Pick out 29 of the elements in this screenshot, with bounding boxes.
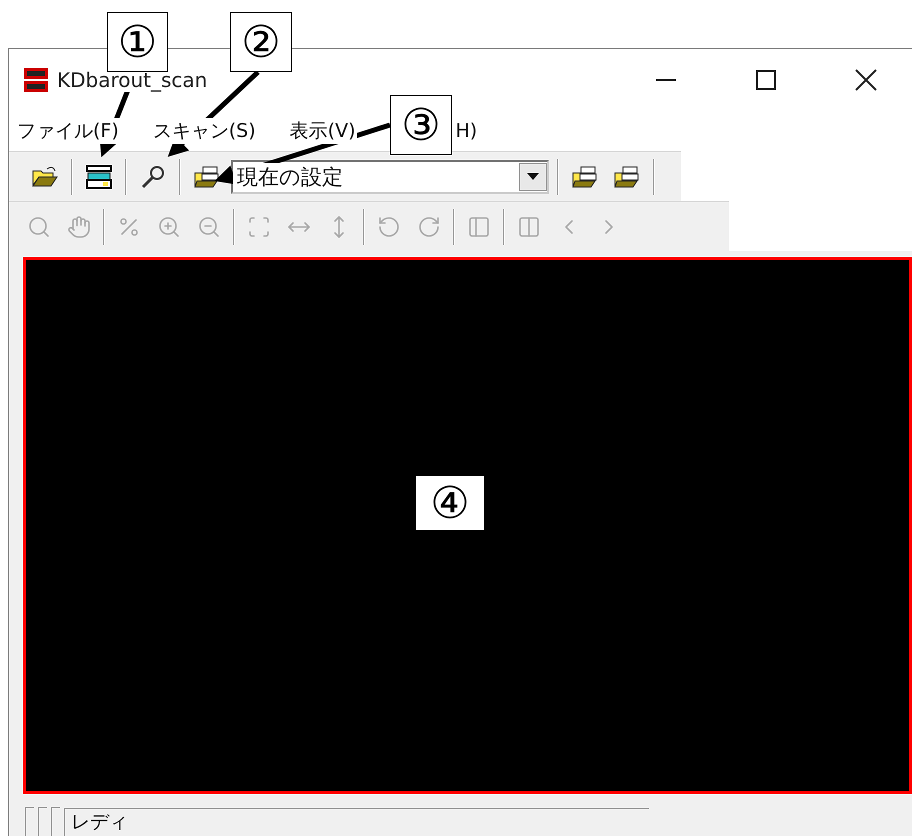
callout-number: ④ — [415, 475, 485, 531]
panel-icon — [467, 214, 491, 238]
callout-number: ① — [107, 12, 168, 72]
folder-papers-icon — [571, 164, 599, 188]
callout-number: ③ — [390, 95, 452, 155]
magnifier-icon — [27, 214, 51, 238]
zoom-out-icon — [197, 214, 221, 238]
menu-item[interactable]: 表示(V) — [288, 118, 358, 144]
zoom-in-icon — [157, 214, 181, 238]
papers-stack-icon — [193, 164, 221, 188]
caret-icon — [527, 173, 539, 180]
open-folder-icon — [31, 164, 59, 188]
rotate-left-icon — [377, 214, 401, 238]
callout-number: ② — [230, 12, 292, 72]
maximize-icon — [756, 70, 776, 90]
status-text: レディ — [64, 808, 649, 836]
preset-dropdown[interactable]: 現在の設定 — [231, 160, 549, 194]
close-icon — [855, 69, 877, 91]
app-logo-icon — [23, 67, 49, 93]
hand-icon — [67, 214, 91, 238]
minimize-icon — [656, 79, 676, 81]
status-pane — [51, 807, 60, 836]
fit-frame-icon — [247, 214, 271, 238]
status-pane — [25, 807, 34, 836]
status-pane — [38, 807, 47, 836]
scanner-icon — [85, 164, 113, 190]
folder-papers-icon — [613, 164, 641, 188]
rotate-right-icon — [417, 214, 441, 238]
page-icon — [517, 214, 541, 238]
